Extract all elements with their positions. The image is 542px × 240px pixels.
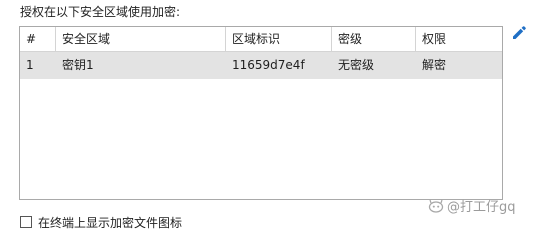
column-header-level[interactable]: 密级 [332,27,416,51]
column-header-zone-id[interactable]: 区域标识 [226,27,332,51]
edit-button[interactable] [510,24,528,42]
cell-permission: 解密 [422,58,447,72]
authorization-panel: 授权在以下安全区域使用加密: # 安全区域 区域标识 密级 权限 1 密钥1 1… [0,0,542,230]
pencil-icon [513,26,526,39]
security-zone-table: # 安全区域 区域标识 密级 权限 1 密钥1 11659d7e4f 无密级 解… [19,26,503,200]
show-icon-option[interactable]: 在终端上显示加密文件图标 [20,214,182,231]
section-label: 授权在以下安全区域使用加密: [20,5,181,19]
table-body: 1 密钥1 11659d7e4f 无密级 解密 [20,52,502,79]
column-header-permission[interactable]: 权限 [416,27,502,51]
watermark-text: @打工仔gq [447,200,516,215]
cell-level: 无密级 [338,58,375,72]
cell-zone: 密钥1 [62,58,94,72]
table-row[interactable]: 1 密钥1 11659d7e4f 无密级 解密 [20,52,502,79]
column-header-index[interactable]: # [20,27,56,51]
cell-zone-id: 11659d7e4f [232,58,305,72]
watermark: @打工仔gq [428,196,516,215]
column-header-zone[interactable]: 安全区域 [56,27,226,51]
show-icon-label: 在终端上显示加密文件图标 [38,216,183,230]
show-icon-checkbox[interactable] [20,216,32,228]
cell-index: 1 [26,58,34,72]
table-header: # 安全区域 区域标识 密级 权限 [20,27,502,52]
watermark-logo-icon [428,199,444,213]
